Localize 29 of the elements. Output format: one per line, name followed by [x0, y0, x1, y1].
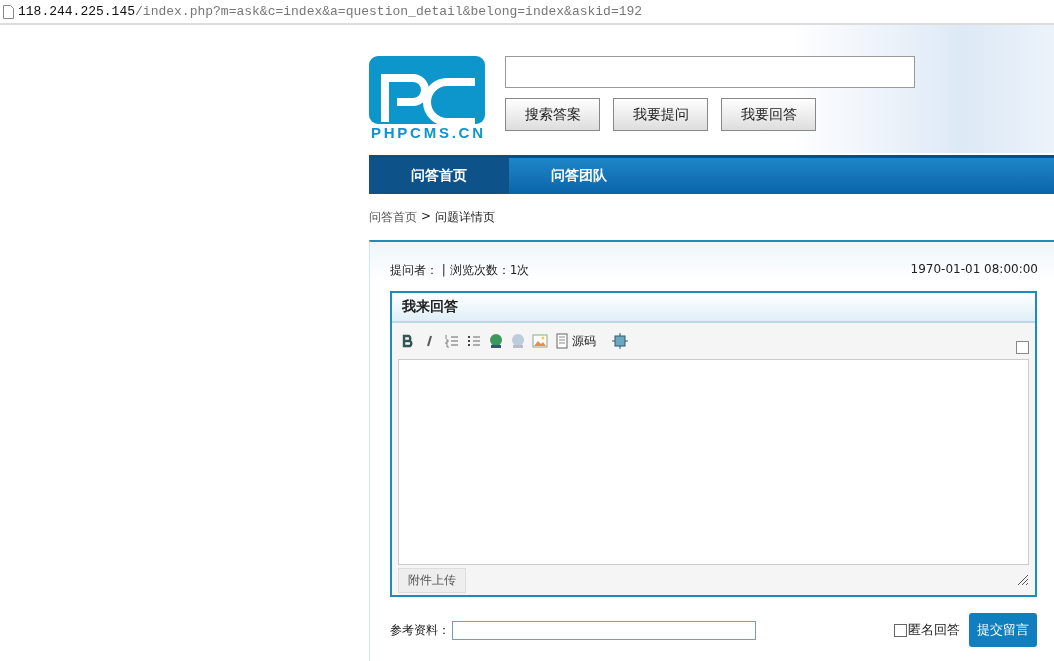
nav-tab[interactable]: 问答团队	[509, 158, 649, 194]
image-icon[interactable]	[532, 333, 548, 349]
header-button[interactable]: 我要回答	[721, 98, 816, 131]
reference-label: 参考资料：	[390, 621, 450, 639]
submit-button[interactable]: 提交留言	[969, 613, 1037, 647]
question-time: 1970-01-01 08:00:00	[910, 262, 1038, 278]
header-button[interactable]: 我要提问	[613, 98, 708, 131]
breadcrumb-current: 问题详情页	[435, 209, 496, 226]
attach-button[interactable]: 附件上传	[398, 567, 466, 593]
bullet-list-icon[interactable]	[466, 333, 482, 349]
anonymous-label[interactable]: 匿名回答	[908, 621, 960, 639]
source-label[interactable]: 源码	[572, 332, 596, 350]
question-meta: 提问者： | 浏览次数：1次	[390, 262, 530, 279]
breadcrumb-link[interactable]: 问答首页	[369, 209, 417, 226]
search-field[interactable]	[505, 56, 915, 88]
reference-field[interactable]	[452, 620, 756, 640]
bold-icon[interactable]	[400, 333, 416, 349]
nav-tab[interactable]: 问答首页	[369, 158, 509, 194]
breadcrumb-separator: >	[421, 209, 432, 225]
resize-grip-icon[interactable]	[1017, 574, 1029, 586]
numbered-list-icon[interactable]	[444, 333, 460, 349]
anonymous-checkbox[interactable]	[894, 623, 907, 637]
header-button[interactable]: 搜索答案	[505, 98, 600, 131]
url-text[interactable]: 118.244.225.145/index.php?m=ask&c=index&a=question_detail&belong=index&askid=192	[18, 4, 643, 19]
document-icon[interactable]	[554, 333, 570, 349]
document-icon	[3, 4, 14, 19]
globe-link-icon[interactable]	[488, 333, 504, 349]
editor-title: 我来回答	[392, 293, 1035, 323]
maximize-icon[interactable]	[612, 333, 628, 349]
